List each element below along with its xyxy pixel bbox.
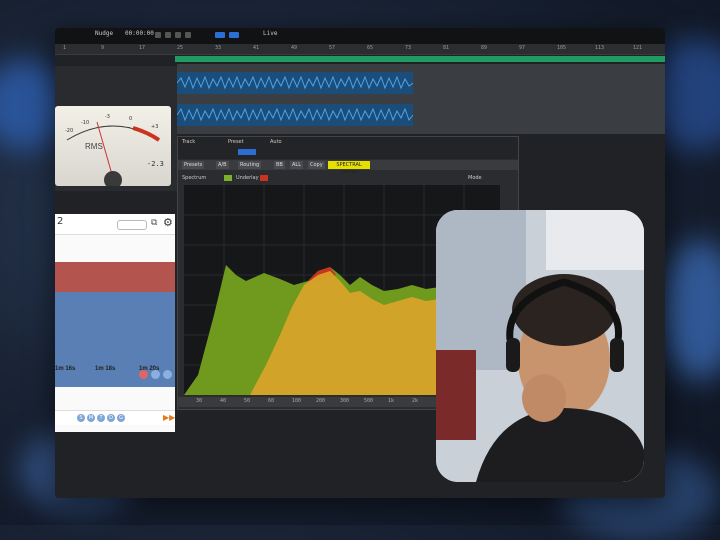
play-button[interactable] bbox=[165, 32, 171, 38]
arrangement-view[interactable] bbox=[177, 64, 665, 134]
frequency-label: 1k bbox=[388, 398, 395, 404]
ruler-mark: 25 bbox=[177, 45, 184, 51]
frequency-label: 500 bbox=[364, 398, 374, 404]
vu-meter-panel: RMS -2.3 -20 -10 -3 0 +3 bbox=[55, 66, 177, 191]
plugin-header: Track Preset Auto bbox=[178, 137, 518, 159]
ruler-mark: 105 bbox=[557, 45, 567, 51]
rewind-button[interactable] bbox=[155, 32, 161, 38]
sync-button[interactable] bbox=[215, 32, 225, 38]
g-button[interactable]: G bbox=[117, 414, 125, 422]
loudness-toggle[interactable] bbox=[117, 220, 147, 230]
ruler-mark: 73 bbox=[405, 45, 412, 51]
vu-scale-6: 0 bbox=[129, 116, 133, 122]
frequency-label: 300 bbox=[340, 398, 350, 404]
t-button[interactable]: T bbox=[97, 414, 105, 422]
ruler-mark: 89 bbox=[481, 45, 488, 51]
time-label-2: 1m 18s bbox=[95, 366, 116, 372]
ab-button[interactable]: A/B bbox=[216, 161, 229, 169]
ruler-mark: 57 bbox=[329, 45, 336, 51]
frequency-label: 2k bbox=[412, 398, 419, 404]
frequency-label: 60 bbox=[268, 398, 275, 404]
popout-icon[interactable]: ⧉ bbox=[151, 218, 157, 228]
ruler-mark: 17 bbox=[139, 45, 146, 51]
gear-icon[interactable]: ⚙ bbox=[163, 216, 173, 229]
track-strip bbox=[175, 56, 665, 62]
routing-menu[interactable]: Routing bbox=[238, 161, 262, 169]
loudness-peak-band bbox=[55, 262, 175, 292]
ruler-mark: 1 bbox=[63, 45, 67, 51]
mode-label: Mode bbox=[468, 175, 482, 181]
time-label-1: 1m 16s bbox=[55, 366, 76, 372]
vu-scale-1: -10 bbox=[81, 120, 90, 126]
vu-scale-9: +3 bbox=[151, 124, 159, 130]
ruler-mark: 121 bbox=[633, 45, 643, 51]
presenter-video bbox=[436, 210, 644, 482]
d-button[interactable]: D bbox=[107, 414, 115, 422]
webcam-overlay bbox=[436, 210, 644, 482]
layer-red-toggle[interactable] bbox=[260, 175, 268, 181]
forward-icon[interactable]: ▶▶ bbox=[163, 413, 175, 422]
stop-button[interactable] bbox=[175, 32, 181, 38]
plugin-tool-row: Spectrum Underlay Mode bbox=[178, 173, 518, 183]
ruler-mark: 113 bbox=[595, 45, 605, 51]
ruler-mark: 65 bbox=[367, 45, 374, 51]
vu-meter: RMS -2.3 -20 -10 -3 0 +3 bbox=[55, 106, 171, 189]
transport-bar: Nudge 00:00:00 Live bbox=[55, 28, 665, 44]
audio-clip-2[interactable] bbox=[177, 104, 413, 126]
frequency-label: 40 bbox=[220, 398, 227, 404]
time-label-3: 1m 20s bbox=[139, 366, 160, 372]
s-button[interactable]: S bbox=[77, 414, 85, 422]
settings-dot-icon[interactable] bbox=[163, 370, 172, 379]
loudness-panel: 2 ⧉ ⚙ 1m 16s 1m 18s 1m 20s S M T D G ▶▶ bbox=[55, 214, 175, 432]
ruler-mark: 97 bbox=[519, 45, 526, 51]
all-button[interactable]: ALL bbox=[290, 161, 303, 169]
loop-button[interactable] bbox=[229, 32, 239, 38]
vu-value: -2.3 bbox=[147, 160, 164, 168]
spectrum-tab[interactable]: Spectrum bbox=[182, 175, 206, 181]
layer-green-toggle[interactable] bbox=[224, 175, 232, 181]
frequency-label: 50 bbox=[244, 398, 251, 404]
timeline-ruler[interactable]: 1 9 17 25 33 41 49 57 65 73 81 89 97 105 113 121 bbox=[55, 44, 665, 55]
underlay-toggle[interactable]: Underlay bbox=[236, 175, 259, 181]
bb-button[interactable]: BB bbox=[274, 161, 285, 169]
ruler-mark: 49 bbox=[291, 45, 298, 51]
vu-scale-4: -3 bbox=[105, 114, 110, 120]
loudness-number: 2 bbox=[57, 216, 64, 227]
loudness-header: 2 ⧉ ⚙ bbox=[55, 214, 175, 235]
compare-button[interactable] bbox=[238, 149, 256, 155]
frequency-label: 200 bbox=[316, 398, 326, 404]
vu-needle-graphic bbox=[66, 121, 161, 189]
track-label: Track bbox=[182, 139, 196, 145]
live-label: Live bbox=[263, 30, 278, 37]
preset-label: Preset bbox=[228, 139, 244, 145]
ruler-mark: 81 bbox=[443, 45, 450, 51]
solo-mute-row: S M T D G ▶▶ bbox=[55, 410, 175, 425]
ruler-mark: 9 bbox=[101, 45, 105, 51]
vu-label: RMS bbox=[85, 142, 103, 151]
ruler-mark: 41 bbox=[253, 45, 260, 51]
copy-button[interactable]: Copy bbox=[308, 161, 325, 169]
ruler-mark: 33 bbox=[215, 45, 222, 51]
record-button[interactable] bbox=[185, 32, 191, 38]
presets-menu[interactable]: Presets bbox=[182, 161, 205, 169]
frequency-label: 30 bbox=[196, 398, 203, 404]
audio-clip-1[interactable] bbox=[177, 72, 413, 94]
spectral-delta-badge: SPECTRAL DELTA bbox=[328, 161, 370, 176]
vu-scale-0: -20 bbox=[65, 128, 74, 134]
m-button[interactable]: M bbox=[87, 414, 95, 422]
frequency-label: 100 bbox=[292, 398, 302, 404]
mode-label[interactable]: Nudge bbox=[95, 30, 113, 37]
auto-label: Auto bbox=[270, 139, 282, 145]
timecode: 00:00:00 bbox=[125, 30, 154, 37]
